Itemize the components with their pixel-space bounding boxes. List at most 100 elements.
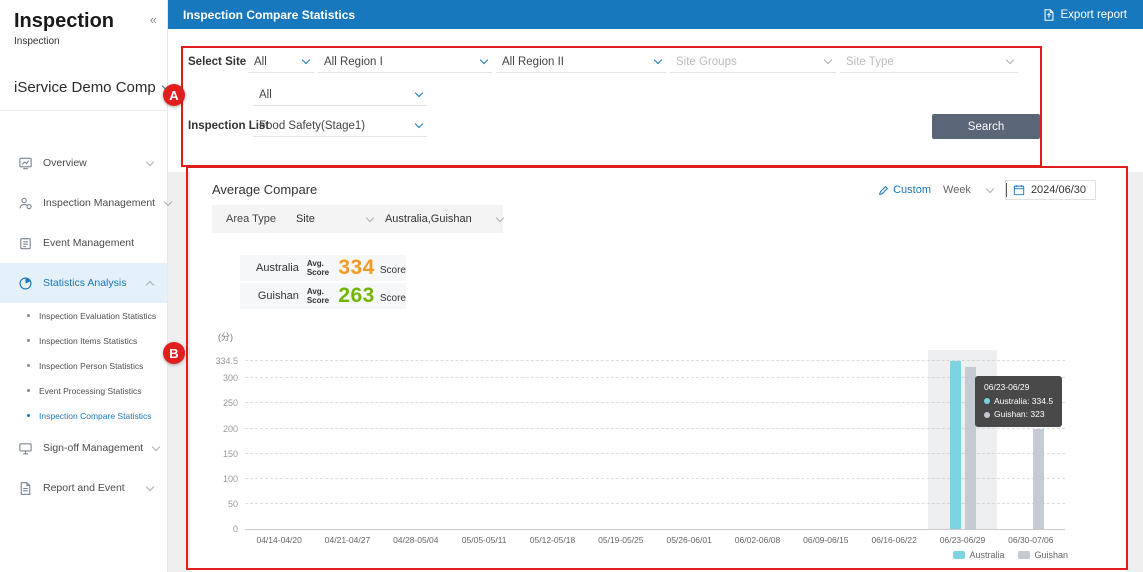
x-tick-label: 05/05-05/11	[450, 535, 518, 545]
divider	[1006, 183, 1007, 197]
chevron-down-icon	[654, 56, 662, 64]
sidebar-subitem-inspection-person-statistics[interactable]: Inspection Person Statistics	[0, 353, 167, 378]
inspection-management-icon	[18, 196, 33, 211]
sidebar-item-overview[interactable]: Overview	[0, 143, 167, 183]
inspection-list-select[interactable]: Food Safety(Stage1)	[253, 115, 427, 137]
date-picker[interactable]: 2024/06/30	[1005, 180, 1096, 200]
sidebar-subitem-inspection-compare-statistics[interactable]: Inspection Compare Statistics	[0, 403, 167, 428]
score-avg-label: Avg. Score	[307, 259, 335, 277]
search-button[interactable]: Search	[932, 114, 1040, 139]
area-type-label: Area Type	[226, 213, 276, 225]
score-avg-label: Avg. Score	[307, 287, 335, 305]
x-tick-label: 05/19-05/25	[587, 535, 655, 545]
score-row-australia: Australia Avg. Score 334 Score	[240, 255, 406, 281]
chart-legend: Australia Guishan	[953, 550, 1068, 560]
bar-australia[interactable]	[950, 361, 961, 529]
nav-label: Statistics Analysis	[43, 277, 126, 289]
select-site-label: Select Site	[188, 56, 246, 68]
y-tick-label: 0	[233, 524, 238, 534]
chevron-down-icon	[152, 442, 160, 450]
region1-select[interactable]: All Region I	[318, 51, 492, 73]
sidebar-item-statistics-analysis[interactable]: Statistics Analysis	[0, 263, 167, 303]
panel-controls: Custom Week 2024/06/30	[878, 180, 1096, 200]
sidebar-item-report-and-event[interactable]: Report and Event	[0, 468, 167, 508]
chevron-down-icon	[480, 56, 488, 64]
tooltip-row: Guishan: 323	[984, 408, 1053, 422]
y-tick-label: 334.5	[215, 356, 238, 366]
calendar-icon	[1013, 184, 1025, 196]
area-value-select[interactable]: Australia,Guishan	[385, 213, 503, 225]
bullet-icon	[27, 414, 30, 417]
sub-site-select-value: All	[259, 89, 272, 101]
chevron-down-icon	[415, 89, 423, 97]
x-tick-label: 05/26-06/01	[655, 535, 723, 545]
chevron-down-icon	[415, 120, 423, 128]
sub-site-select[interactable]: All	[253, 84, 427, 106]
main-area: Average Compare Custom Week 2024/06/30 A…	[168, 172, 1143, 572]
custom-button[interactable]: Custom	[878, 184, 931, 196]
score-value: 263	[338, 284, 375, 308]
region2-select[interactable]: All Region II	[496, 51, 666, 73]
subnav-label: Inspection Items Statistics	[39, 336, 137, 346]
score-row-guishan: Guishan Avg. Score 263 Score	[240, 283, 406, 309]
nav-label: Report and Event	[43, 482, 125, 494]
y-tick-label: 300	[223, 373, 238, 383]
area-type-value: Site	[296, 213, 315, 225]
subnav-label: Inspection Compare Statistics	[39, 411, 151, 421]
period-value: Week	[943, 184, 971, 196]
sidebar-collapse-icon[interactable]: «	[150, 12, 157, 47]
statistics-analysis-icon	[18, 276, 33, 291]
chevron-down-icon	[302, 56, 310, 64]
signoff-management-icon	[18, 441, 33, 456]
nav-label: Overview	[43, 157, 87, 169]
sidebar-subitem-inspection-items-statistics[interactable]: Inspection Items Statistics	[0, 328, 167, 353]
page-title: Inspection Compare Statistics	[183, 8, 355, 22]
y-tick-label: 50	[228, 499, 238, 509]
area-value: Australia,Guishan	[385, 213, 472, 225]
score-name: Australia	[240, 262, 299, 274]
sidebar-item-event-management[interactable]: Event Management	[0, 223, 167, 263]
sidebar-item-inspection-management[interactable]: Inspection Management	[0, 183, 167, 223]
tooltip-row: Australia: 334.5	[984, 395, 1053, 409]
subnav-label: Inspection Person Statistics	[39, 361, 143, 371]
x-tick-label: 04/14-04/20	[245, 535, 313, 545]
legend-item-guishan[interactable]: Guishan	[1018, 550, 1068, 560]
y-tick-label: 150	[223, 449, 238, 459]
filter-bar: Select Site All All Region I All Region …	[168, 29, 1143, 172]
x-tick-label: 06/30-07/06	[997, 535, 1065, 545]
chevron-down-icon	[146, 482, 154, 490]
pencil-icon	[878, 185, 889, 196]
site-select[interactable]: All	[248, 51, 314, 73]
site-type-select[interactable]: Site Type	[840, 51, 1018, 73]
bar-guishan[interactable]	[965, 367, 976, 529]
export-report-button[interactable]: Export report	[1042, 8, 1127, 22]
sidebar-item-signoff-management[interactable]: Sign-off Management	[0, 428, 167, 468]
y-tick-label: 100	[223, 474, 238, 484]
site-type-placeholder: Site Type	[846, 56, 894, 68]
y-tick-label: 200	[223, 424, 238, 434]
subnav-label: Inspection Evaluation Statistics	[39, 311, 156, 321]
x-tick-label: 04/28-05/04	[382, 535, 450, 545]
event-management-icon	[18, 236, 33, 251]
chevron-down-icon	[824, 56, 832, 64]
legend-item-australia[interactable]: Australia	[953, 550, 1004, 560]
sidebar-nav: Overview Inspection Management Event Man…	[0, 143, 167, 508]
chevron-down-icon	[1006, 56, 1014, 64]
x-tick-label: 06/16-06/22	[860, 535, 928, 545]
company-selector[interactable]: iService Demo Comp	[14, 79, 153, 96]
chevron-down-icon	[146, 157, 154, 165]
annotation-badge-b: B	[163, 342, 185, 364]
tooltip-series-dot	[984, 398, 990, 404]
export-label: Export report	[1061, 9, 1127, 21]
site-select-value: All	[254, 56, 267, 68]
region2-select-value: All Region II	[502, 56, 564, 68]
sidebar-subitem-inspection-evaluation-statistics[interactable]: Inspection Evaluation Statistics	[0, 303, 167, 328]
period-select[interactable]: Week	[943, 184, 993, 196]
area-type-select[interactable]: Site	[296, 213, 373, 225]
nav-label: Inspection Management	[43, 197, 155, 209]
bar-guishan[interactable]	[1033, 429, 1044, 529]
sidebar-subitem-event-processing-statistics[interactable]: Event Processing Statistics	[0, 378, 167, 403]
sidebar-header: Inspection Inspection «	[0, 0, 167, 47]
site-groups-select[interactable]: Site Groups	[670, 51, 836, 73]
x-tick-label: 06/02-06/08	[723, 535, 791, 545]
